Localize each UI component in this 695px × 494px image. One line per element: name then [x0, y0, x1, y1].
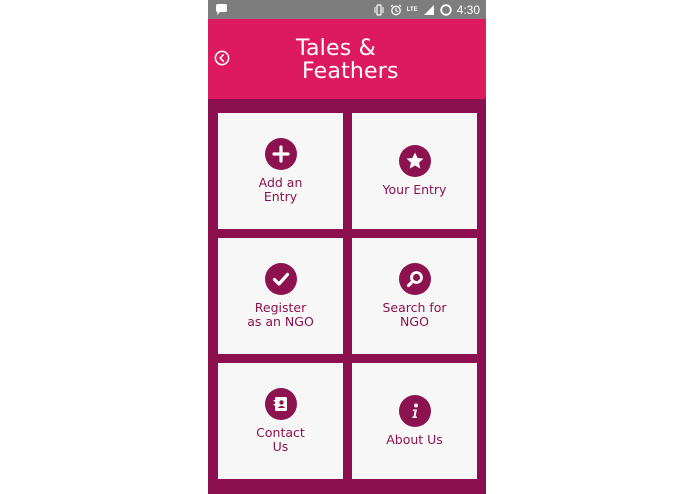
contact-us-label: Contact Us [256, 424, 305, 454]
about-us-label: About Us [386, 431, 443, 447]
battery-icon [439, 3, 452, 16]
add-entry-button[interactable]: Add an Entry [218, 113, 343, 229]
back-circle-icon[interactable] [214, 50, 230, 66]
status-time: 4:30 [456, 2, 480, 17]
app-header: Tales & Feathers [208, 19, 486, 99]
search-circle-icon [398, 262, 431, 295]
plus-circle-icon [264, 137, 297, 170]
star-circle-icon [398, 144, 431, 177]
your-entry-label: Your Entry [382, 181, 447, 197]
search-ngo-label: Search for NGO [382, 299, 447, 329]
status-icons: LTE 4:30 [373, 2, 480, 17]
contact-us-button[interactable]: Contact Us [218, 363, 343, 479]
page-title-line1: Tales & [296, 36, 376, 61]
alarm-icon [390, 4, 402, 15]
check-circle-icon [264, 262, 297, 295]
signal-icon [423, 4, 434, 15]
network-type-label: LTE [406, 6, 418, 13]
info-circle-icon [398, 394, 431, 427]
page-title-line2: Feathers [302, 59, 399, 84]
page-title: Tales & Feathers [278, 37, 428, 83]
register-ngo-label: Register as an NGO [247, 299, 314, 329]
vibrate-icon [374, 3, 384, 16]
add-entry-label: Add an Entry [258, 174, 303, 204]
menu-grid: Add an Entry Your Entry Register as an N… [208, 99, 486, 494]
about-us-button[interactable]: About Us [352, 363, 477, 479]
app-screen: LTE 4:30 Tales & Feathers Add an Entry Y… [208, 0, 486, 494]
register-ngo-button[interactable]: Register as an NGO [218, 238, 343, 354]
your-entry-button[interactable]: Your Entry [352, 113, 477, 229]
notification-bubble-icon [216, 4, 227, 15]
contact-book-icon [264, 387, 297, 420]
search-ngo-button[interactable]: Search for NGO [352, 238, 477, 354]
status-bar: LTE 4:30 [208, 0, 486, 19]
